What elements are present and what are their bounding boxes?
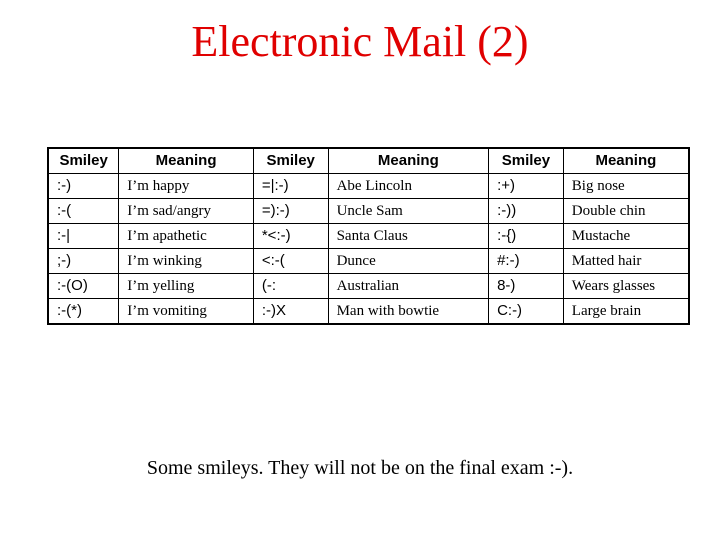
meaning-cell: I’m yelling [118,273,254,299]
meaning-cell: Large brain [562,298,690,325]
smiley-table: Smiley Meaning Smiley Meaning Smiley Mea… [47,147,690,325]
smiley-cell: :-( [47,198,120,224]
smiley-cell: :-{) [488,223,564,249]
table-row: ;-) I’m winking <:-( Dunce #:-) Matted h… [47,248,690,274]
table-row: :-) I’m happy =|:-) Abe Lincoln :+) Big … [47,173,690,199]
meaning-cell: Man with bowtie [327,298,490,325]
meaning-cell: Double chin [562,198,690,224]
meaning-cell: I’m winking [118,248,254,274]
smiley-cell: #:-) [488,248,564,274]
smiley-cell: :-(*) [47,298,120,325]
meaning-cell: I’m vomiting [118,298,254,325]
table-row: :-(*) I’m vomiting :-)X Man with bowtie … [47,298,690,325]
slide-title: Electronic Mail (2) [191,17,529,66]
meaning-cell: Abe Lincoln [327,173,490,199]
table-row: :-( I’m sad/angry =):-) Uncle Sam :-)) D… [47,198,690,224]
meaning-cell: I’m apathetic [118,223,254,249]
smiley-cell: ;-) [47,248,120,274]
slide-caption: Some smileys. They will not be on the fi… [146,457,574,479]
smiley-cell: :-)X [252,298,329,325]
table-row: :-(O) I’m yelling (-: Australian 8-) Wea… [47,273,690,299]
smiley-cell: <:-( [252,248,329,274]
column-header-smiley: Smiley [488,147,564,174]
column-header-meaning: Meaning [327,147,490,174]
smiley-cell: =|:-) [252,173,329,199]
smiley-cell: :-)) [488,198,564,224]
slide: Electronic Mail (2) Smiley Meaning Smile… [0,0,720,540]
meaning-cell: Big nose [562,173,690,199]
table-header-row: Smiley Meaning Smiley Meaning Smiley Mea… [47,147,690,174]
column-header-smiley: Smiley [252,147,329,174]
smiley-cell: :+) [488,173,564,199]
meaning-cell: Dunce [327,248,490,274]
column-header-meaning: Meaning [118,147,254,174]
meaning-cell: I’m happy [118,173,254,199]
smiley-cell: =):-) [252,198,329,224]
meaning-cell: Wears glasses [562,273,690,299]
table-row: :-| I’m apathetic *<:-) Santa Claus :-{)… [47,223,690,249]
meaning-cell: Matted hair [562,248,690,274]
smiley-cell: :-(O) [47,273,120,299]
meaning-cell: Uncle Sam [327,198,490,224]
smiley-cell: C:-) [488,298,564,325]
smiley-cell: 8-) [488,273,564,299]
meaning-cell: I’m sad/angry [118,198,254,224]
smiley-cell: (-: [252,273,329,299]
meaning-cell: Mustache [562,223,690,249]
smiley-cell: *<:-) [252,223,329,249]
smiley-cell: :-) [47,173,120,199]
column-header-smiley: Smiley [47,147,120,174]
column-header-meaning: Meaning [562,147,690,174]
smiley-cell: :-| [47,223,120,249]
meaning-cell: Santa Claus [327,223,490,249]
meaning-cell: Australian [327,273,490,299]
